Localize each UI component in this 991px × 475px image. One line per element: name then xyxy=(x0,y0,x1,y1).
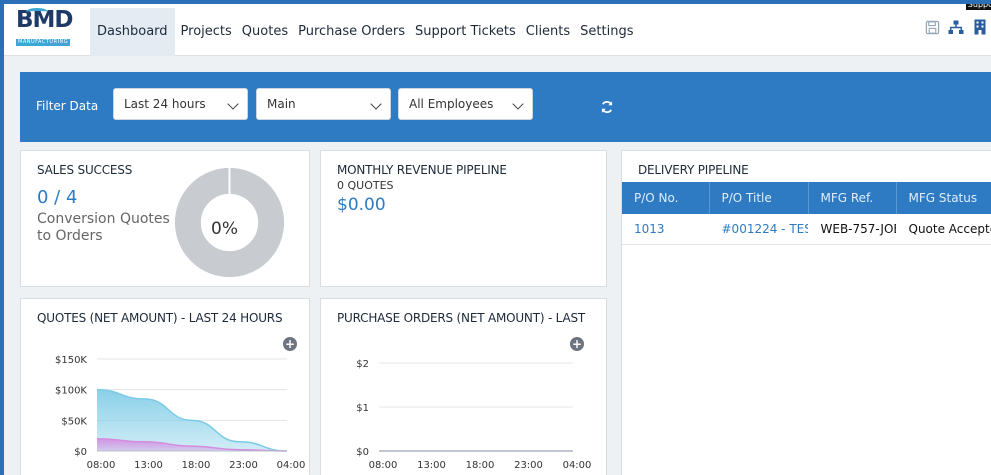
building-icon[interactable] xyxy=(971,18,989,36)
save-icon[interactable] xyxy=(923,18,941,36)
chevron-down-icon xyxy=(370,98,382,110)
nav-settings[interactable]: Settings xyxy=(576,8,637,56)
y-tick-label: $150K xyxy=(55,355,87,366)
x-tick-label: 23:00 xyxy=(514,460,543,471)
x-tick-label: 04:00 xyxy=(277,460,306,471)
nav-purchase-orders[interactable]: Purchase Orders xyxy=(294,8,409,56)
y-tick-label: $50K xyxy=(61,416,87,427)
logo-banner: MANUFACTURING xyxy=(16,39,70,46)
cell-po-title[interactable]: #001224 - TEST xyxy=(709,214,809,245)
quotes-area-chart: $0 $50K $100K $150K 08:00 13:00 18:00 23:00 04:0… xyxy=(55,355,306,471)
x-tick-label: 08:00 xyxy=(87,460,116,471)
logo-subtitle: MANUFACTURING xyxy=(18,39,69,45)
y-tick-label: $0 xyxy=(74,447,87,458)
delivery-pipeline-title: DELIVERY PIPELINE xyxy=(638,163,749,177)
revenue-pipeline-card: MONTHLY REVENUE PIPELINE 0 QUOTES $0.00 xyxy=(320,150,607,287)
nav-projects[interactable]: Projects xyxy=(177,8,236,56)
period-value: Last 24 hours xyxy=(124,97,206,111)
column-header-po-no[interactable]: P/O No. xyxy=(622,182,710,214)
chevron-down-icon xyxy=(227,98,239,110)
conversion-percent: 0% xyxy=(211,219,238,239)
table-header-row: P/O No. P/O Title MFG Ref. MFG Status xyxy=(622,182,991,214)
location-value: Main xyxy=(267,97,296,111)
location-dropdown[interactable]: Main xyxy=(256,88,391,120)
top-navigation-bar: BMD MANUFACTURING Dashboard Projects Quo… xyxy=(4,4,991,56)
nav-quotes[interactable]: Quotes xyxy=(238,8,292,56)
brand-logo[interactable]: BMD MANUFACTURING xyxy=(16,7,74,47)
sales-success-ratio: 0 / 4 xyxy=(37,187,78,208)
delivery-pipeline-table: P/O No. P/O Title MFG Ref. MFG Status 10… xyxy=(622,182,991,245)
nav-support-tickets[interactable]: Support Tickets xyxy=(411,8,520,56)
cell-mfg-status: Quote Accepted xyxy=(896,214,991,245)
x-tick-label: 13:00 xyxy=(134,460,163,471)
y-tick-label: $2 xyxy=(356,359,369,370)
quotes-chart-title: QUOTES (NET AMOUNT) - LAST 24 HOURS xyxy=(37,311,283,325)
purchase-orders-chart-title: PURCHASE ORDERS (NET AMOUNT) - LAST xyxy=(337,311,586,325)
purchase-orders-chart-card: PURCHASE ORDERS (NET AMOUNT) - LAST + $0… xyxy=(320,298,607,475)
cell-mfg-ref: WEB-757-JOB xyxy=(808,214,897,245)
support-tab[interactable]: Suppo xyxy=(965,4,991,10)
sitemap-icon[interactable] xyxy=(947,18,965,36)
y-tick-label: $1 xyxy=(356,403,369,414)
toolbar-icons xyxy=(917,18,989,36)
conversion-description: Conversion Quotes to Orders xyxy=(37,211,170,245)
x-tick-label: 04:00 xyxy=(563,460,592,471)
revenue-quote-count: 0 QUOTES xyxy=(337,179,394,192)
nav-clients[interactable]: Clients xyxy=(522,8,574,56)
main-nav: Dashboard Projects Quotes Purchase Order… xyxy=(90,8,640,56)
employees-dropdown[interactable]: All Employees xyxy=(398,88,533,120)
y-tick-label: $0 xyxy=(356,447,369,458)
x-tick-label: 18:00 xyxy=(466,460,495,471)
column-header-mfg-status[interactable]: MFG Status xyxy=(896,182,991,214)
logo-swoosh xyxy=(26,8,48,16)
purchase-orders-line-chart: $0 $1 $2 08:00 13:00 18:00 23:00 04:00 xyxy=(356,359,592,471)
x-tick-label: 08:00 xyxy=(369,460,398,471)
revenue-pipeline-title: MONTHLY REVENUE PIPELINE xyxy=(337,163,507,177)
quotes-chart-card: QUOTES (NET AMOUNT) - LAST 24 HOURS + $0… xyxy=(20,298,310,475)
x-tick-label: 23:00 xyxy=(229,460,258,471)
app-window: BMD MANUFACTURING Dashboard Projects Quo… xyxy=(0,0,991,475)
conversion-line-2: to Orders xyxy=(37,228,103,244)
column-header-mfg-ref[interactable]: MFG Ref. xyxy=(808,182,897,214)
y-tick-label: $100K xyxy=(55,386,87,397)
revenue-amount: $0.00 xyxy=(337,195,386,215)
employees-value: All Employees xyxy=(409,97,494,111)
sales-success-title: SALES SUCCESS xyxy=(37,163,133,177)
chevron-down-icon xyxy=(512,98,524,110)
cell-po-no[interactable]: 1013 xyxy=(622,214,710,245)
period-dropdown[interactable]: Last 24 hours xyxy=(113,88,248,120)
x-tick-label: 18:00 xyxy=(182,460,211,471)
filter-bar: Filter Data Last 24 hours Main All Emplo… xyxy=(20,72,991,142)
column-header-po-title[interactable]: P/O Title xyxy=(709,182,809,214)
x-tick-label: 13:00 xyxy=(417,460,446,471)
filter-label: Filter Data xyxy=(36,99,99,113)
conversion-line-1: Conversion Quotes xyxy=(37,211,170,227)
sales-success-card: SALES SUCCESS 0 / 4 Conversion Quotes to… xyxy=(20,150,310,287)
nav-dashboard[interactable]: Dashboard xyxy=(90,8,175,56)
table-row[interactable]: 1013 #001224 - TEST WEB-757-JOB Quote Ac… xyxy=(622,214,991,245)
delivery-pipeline-card: DELIVERY PIPELINE P/O No. P/O Title MFG … xyxy=(621,150,991,475)
refresh-icon[interactable] xyxy=(600,100,614,114)
